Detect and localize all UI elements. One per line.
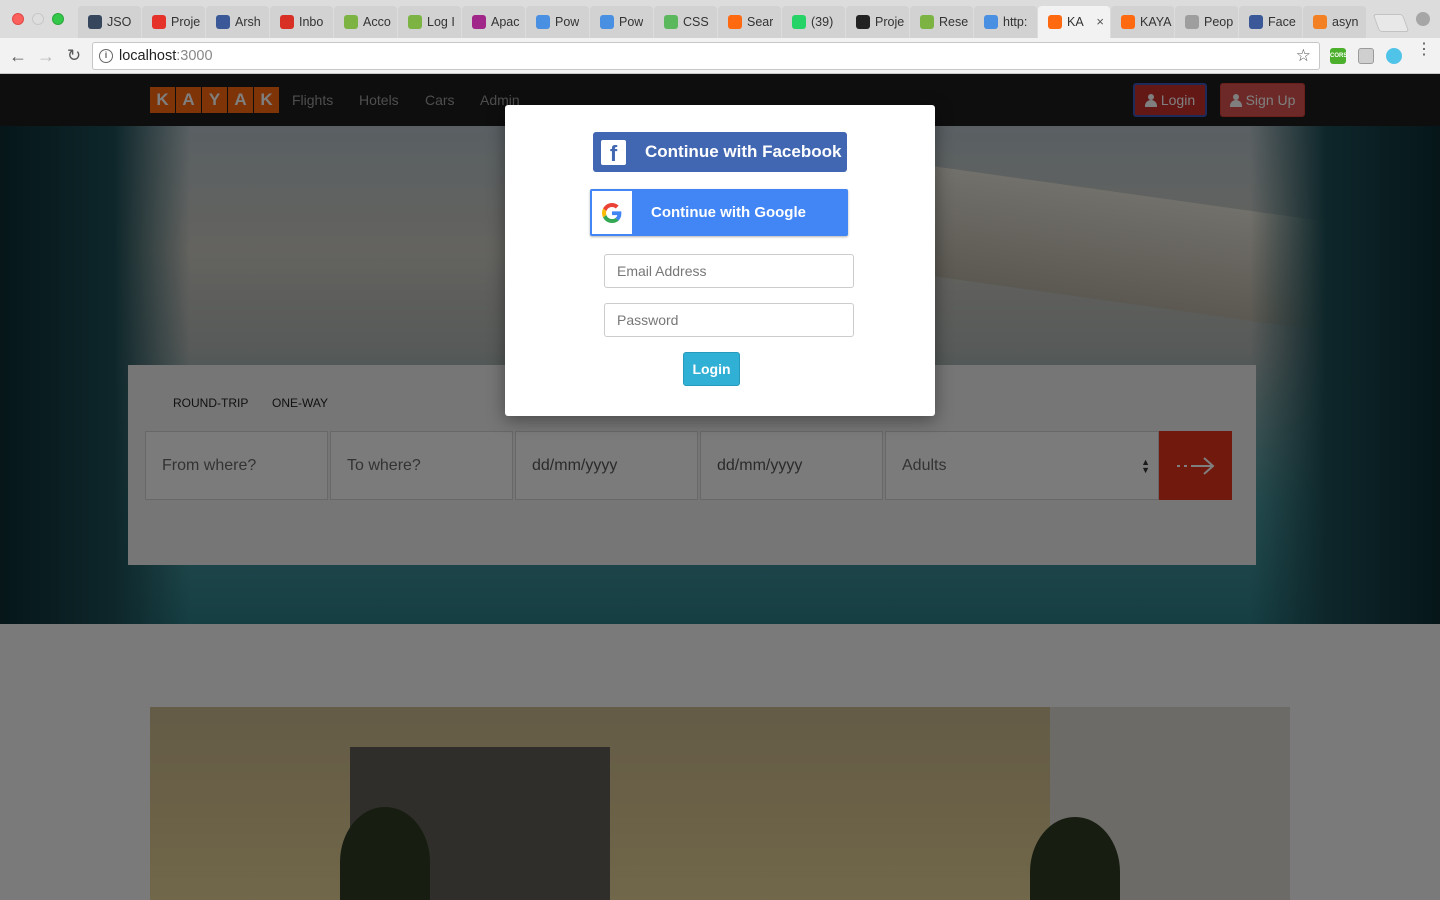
github-icon [856, 15, 870, 29]
profile-icon[interactable] [1416, 12, 1430, 26]
browser-tab[interactable]: Arsh [206, 6, 269, 38]
tab-title: Acco [363, 15, 391, 29]
address-bar[interactable]: i localhost:3000 ☆ [92, 42, 1320, 70]
browser-tab[interactable]: Proje [142, 6, 205, 38]
back-arrow-icon[interactable]: ← [7, 45, 29, 67]
facebook-button-label: Continue with Facebook [645, 142, 842, 161]
tab-title: http: [1003, 15, 1028, 29]
email-field[interactable] [604, 254, 854, 288]
css-icon [664, 15, 678, 29]
facebook-icon: f [601, 139, 626, 165]
tab-title: Inbo [299, 15, 324, 29]
maximize-window-button[interactable] [52, 13, 64, 25]
browser-tabs: JSO Proje Arsh Inbo Acco Log I Apac Pow Pow CSS Se… [78, 6, 1367, 38]
close-tab-icon[interactable]: × [1096, 14, 1104, 29]
login-modal: f Continue with Facebook Continue with G… [505, 105, 935, 416]
lifebuoy-icon [152, 15, 166, 29]
gmail-icon [280, 15, 294, 29]
browser-tab-strip: JSO Proje Arsh Inbo Acco Log I Apac Pow Pow CSS Se… [0, 0, 1440, 38]
facebook-icon [1249, 15, 1263, 29]
browser-tab[interactable]: asyn [1303, 6, 1366, 38]
tab-title: KA [1067, 15, 1084, 29]
tab-title: Log I [427, 15, 455, 29]
continue-with-facebook-button[interactable]: f Continue with Facebook [593, 132, 847, 172]
browser-tab[interactable]: Sear [718, 6, 781, 38]
kayak-icon [1048, 15, 1062, 29]
kebab-menu-icon[interactable]: ⋮ [1416, 42, 1432, 58]
url-port: :3000 [176, 48, 213, 64]
google-icon [592, 191, 632, 234]
info-icon[interactable]: i [99, 49, 113, 63]
badge-icon [792, 15, 806, 29]
tab-title: Face [1268, 15, 1296, 29]
tab-title: Apac [491, 15, 520, 29]
extension-icon[interactable] [1386, 48, 1402, 64]
browser-tab[interactable]: (39) [782, 6, 845, 38]
tab-title: (39) [811, 15, 834, 29]
browser-tab[interactable]: http: [974, 6, 1037, 38]
feather-icon [472, 15, 486, 29]
tab-title: Rese [939, 15, 969, 29]
tab-title: Proje [875, 15, 905, 29]
stackoverflow-icon [1313, 15, 1327, 29]
tab-title: Proje [171, 15, 201, 29]
browser-tab[interactable]: CSS [654, 6, 717, 38]
p-icon [536, 15, 550, 29]
url-host: localhost [119, 48, 177, 64]
recycle-icon [920, 15, 934, 29]
p-icon [600, 15, 614, 29]
tab-title: JSO [107, 15, 132, 29]
page: KAYAK Flights Hotels Cars Admin Login Si… [0, 74, 1440, 900]
tab-title: Pow [619, 15, 644, 29]
close-window-button[interactable] [12, 13, 24, 25]
tab-title: CSS [683, 15, 709, 29]
facebook-icon [216, 15, 230, 29]
tab-title: Arsh [235, 15, 261, 29]
cors-extension-icon[interactable]: CORS [1330, 48, 1347, 64]
browser-tab[interactable]: Apac [462, 6, 525, 38]
forward-arrow-icon[interactable]: → [35, 45, 57, 67]
password-field[interactable] [604, 303, 854, 337]
browser-tab[interactable]: JSO [78, 6, 141, 38]
tab-title: Peop [1204, 15, 1234, 29]
browser-tab[interactable]: Rese [910, 6, 973, 38]
json-icon [88, 15, 102, 29]
url-text[interactable]: localhost:3000 [119, 48, 213, 64]
browser-tab[interactable]: Peop [1175, 6, 1238, 38]
browser-tab[interactable]: Face [1239, 6, 1302, 38]
recycle-icon [344, 15, 358, 29]
minimize-window-button[interactable] [32, 13, 44, 25]
browser-tab[interactable]: Pow [590, 6, 653, 38]
tab-title: Sear [747, 15, 774, 29]
tab-title: KAYA [1140, 15, 1172, 29]
browser-tab[interactable]: Acco [334, 6, 397, 38]
bookmark-star-icon[interactable]: ☆ [1296, 46, 1311, 66]
document-icon [1185, 15, 1199, 29]
continue-with-google-button[interactable]: Continue with Google [590, 189, 848, 236]
browser-tab[interactable]: Inbo [270, 6, 333, 38]
browser-tab[interactable]: KAYA [1111, 6, 1174, 38]
extension-icon[interactable] [1358, 48, 1374, 64]
reload-icon[interactable]: ↻ [63, 45, 85, 67]
recycle-icon [408, 15, 422, 29]
browser-tab-active[interactable]: KA × [1038, 6, 1110, 38]
kayak-icon [728, 15, 742, 29]
kayak-icon [1121, 15, 1135, 29]
tab-title: Pow [555, 15, 580, 29]
new-tab-button[interactable] [1372, 14, 1410, 32]
p-icon [984, 15, 998, 29]
modal-login-button[interactable]: Login [683, 352, 740, 386]
browser-toolbar: ← → ↻ i localhost:3000 ☆ CORS ⋮ [0, 38, 1440, 74]
browser-tab[interactable]: Log I [398, 6, 461, 38]
tab-title: asyn [1332, 15, 1359, 29]
browser-tab[interactable]: Proje [846, 6, 909, 38]
google-button-label: Continue with Google [651, 204, 806, 221]
browser-tab[interactable]: Pow [526, 6, 589, 38]
